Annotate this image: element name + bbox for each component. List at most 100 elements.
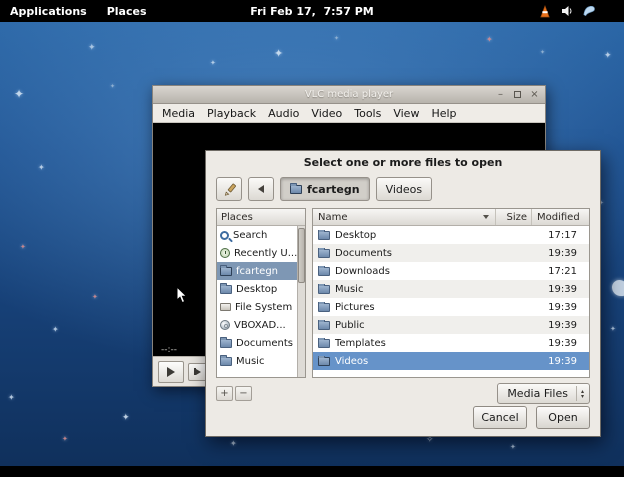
place-label: fcartegn <box>236 266 278 277</box>
places-header[interactable]: Places <box>217 209 305 226</box>
type-location-button[interactable] <box>216 177 242 201</box>
folder-icon <box>318 339 330 348</box>
menu-help[interactable]: Help <box>425 104 462 122</box>
star: ✦ <box>610 326 616 333</box>
file-row-music[interactable]: Music 19:39 <box>313 280 589 298</box>
folder-icon <box>318 357 330 366</box>
dialog-body: Places Search Recently U... fcartegn Des… <box>206 208 600 378</box>
file-open-dialog: Select one or more files to open fcarteg… <box>205 150 601 437</box>
clock[interactable]: Fri Feb 17, 7:57 PM <box>250 5 373 18</box>
mouse-cursor <box>176 286 188 308</box>
file-name: Public <box>335 320 365 331</box>
file-row-videos[interactable]: Videos 19:39 <box>313 352 589 370</box>
file-row-downloads[interactable]: Downloads 17:21 <box>313 262 589 280</box>
place-documents[interactable]: Documents <box>217 334 298 352</box>
menu-video[interactable]: Video <box>305 104 348 122</box>
top-panel: Applications Places Fri Feb 17, 7:57 PM <box>0 0 624 22</box>
place-file-system[interactable]: File System <box>217 298 298 316</box>
menu-audio[interactable]: Audio <box>262 104 305 122</box>
dialog-actions: Cancel Open <box>206 406 600 437</box>
places-pane: Places Search Recently U... fcartegn Des… <box>216 208 306 378</box>
column-name[interactable]: Name <box>313 209 495 225</box>
menu-view[interactable]: View <box>387 104 425 122</box>
file-modified: 19:39 <box>531 356 589 367</box>
folder-icon <box>220 357 232 366</box>
menu-media[interactable]: Media <box>156 104 201 122</box>
places-scrollbar-thumb[interactable] <box>298 228 305 283</box>
file-name: Videos <box>335 356 368 367</box>
star: ✦ <box>62 436 68 443</box>
combo-down-icon: ▾ <box>581 394 584 399</box>
vlc-window-title: VLC media player <box>153 89 545 100</box>
remove-bookmark-button[interactable]: − <box>235 386 252 401</box>
breadcrumb-home-label: fcartegn <box>307 183 360 196</box>
sort-descending-icon <box>483 215 489 219</box>
folder-icon <box>318 231 330 240</box>
menu-playback[interactable]: Playback <box>201 104 262 122</box>
star: ✦ <box>486 36 493 44</box>
file-list-pane: Name Size Modified Desktop 17:17 Documen… <box>312 208 590 378</box>
volume-icon[interactable] <box>560 4 574 18</box>
place-vbox[interactable]: VBOXAD... <box>217 316 298 334</box>
place-label: Music <box>236 356 264 367</box>
panel-tray <box>538 4 624 18</box>
place-label: Documents <box>236 338 293 349</box>
window-controls: – × <box>494 88 541 101</box>
breadcrumb-videos-label: Videos <box>386 183 423 196</box>
menu-tools[interactable]: Tools <box>348 104 387 122</box>
folder-icon <box>318 267 330 276</box>
bottom-panel[interactable] <box>0 466 624 477</box>
places-menu[interactable]: Places <box>97 0 157 22</box>
star: ✦ <box>540 50 545 56</box>
folder-icon <box>290 185 302 194</box>
place-label: Recently U... <box>234 248 297 259</box>
column-size[interactable]: Size <box>495 209 531 225</box>
star: ✦ <box>88 44 96 53</box>
breadcrumb-videos[interactable]: Videos <box>376 177 433 201</box>
places-scrollbar[interactable] <box>297 226 305 377</box>
maximize-icon[interactable] <box>511 88 524 101</box>
place-home[interactable]: fcartegn <box>217 262 298 280</box>
search-icon <box>220 231 229 240</box>
file-modified: 19:39 <box>531 338 589 349</box>
home-folder-icon <box>220 267 232 276</box>
star: ✦ <box>510 444 516 451</box>
file-name: Pictures <box>335 302 375 313</box>
place-search[interactable]: Search <box>217 226 298 244</box>
file-row-pictures[interactable]: Pictures 19:39 <box>313 298 589 316</box>
file-name: Downloads <box>335 266 390 277</box>
column-modified[interactable]: Modified <box>531 209 589 225</box>
panel-app-icon[interactable] <box>582 4 596 18</box>
folder-icon <box>220 285 232 294</box>
minimize-icon[interactable]: – <box>494 88 507 101</box>
add-bookmark-button[interactable]: + <box>216 386 233 401</box>
vlc-menubar: Media Playback Audio Video Tools View He… <box>153 104 545 123</box>
close-icon[interactable]: × <box>528 88 541 101</box>
place-music[interactable]: Music <box>217 352 298 370</box>
disc-icon <box>220 320 230 330</box>
file-row-desktop[interactable]: Desktop 17:17 <box>313 226 589 244</box>
vlc-titlebar[interactable]: VLC media player – × <box>153 86 545 104</box>
place-label: Search <box>233 230 267 241</box>
file-row-public[interactable]: Public 19:39 <box>313 316 589 334</box>
back-button[interactable] <box>248 177 274 201</box>
cancel-button[interactable]: Cancel <box>473 406 527 429</box>
folder-icon <box>318 303 330 312</box>
file-row-documents[interactable]: Documents 19:39 <box>313 244 589 262</box>
play-button[interactable] <box>158 361 184 383</box>
breadcrumb-home[interactable]: fcartegn <box>280 177 370 201</box>
star: ✦ <box>14 88 24 100</box>
file-modified: 17:21 <box>531 266 589 277</box>
file-type-filter[interactable]: Media Files ▴ ▾ <box>497 383 590 404</box>
applications-menu[interactable]: Applications <box>0 0 97 22</box>
place-desktop[interactable]: Desktop <box>217 280 298 298</box>
wallpaper-decoration <box>612 280 624 296</box>
place-recently-used[interactable]: Recently U... <box>217 244 298 262</box>
file-modified: 19:39 <box>531 248 589 259</box>
file-row-templates[interactable]: Templates 19:39 <box>313 334 589 352</box>
star: ✦ <box>38 164 45 172</box>
bookmark-buttons: + − <box>216 386 252 401</box>
vlc-cone-icon[interactable] <box>538 4 552 18</box>
open-button[interactable]: Open <box>536 406 590 429</box>
file-modified: 17:17 <box>531 230 589 241</box>
